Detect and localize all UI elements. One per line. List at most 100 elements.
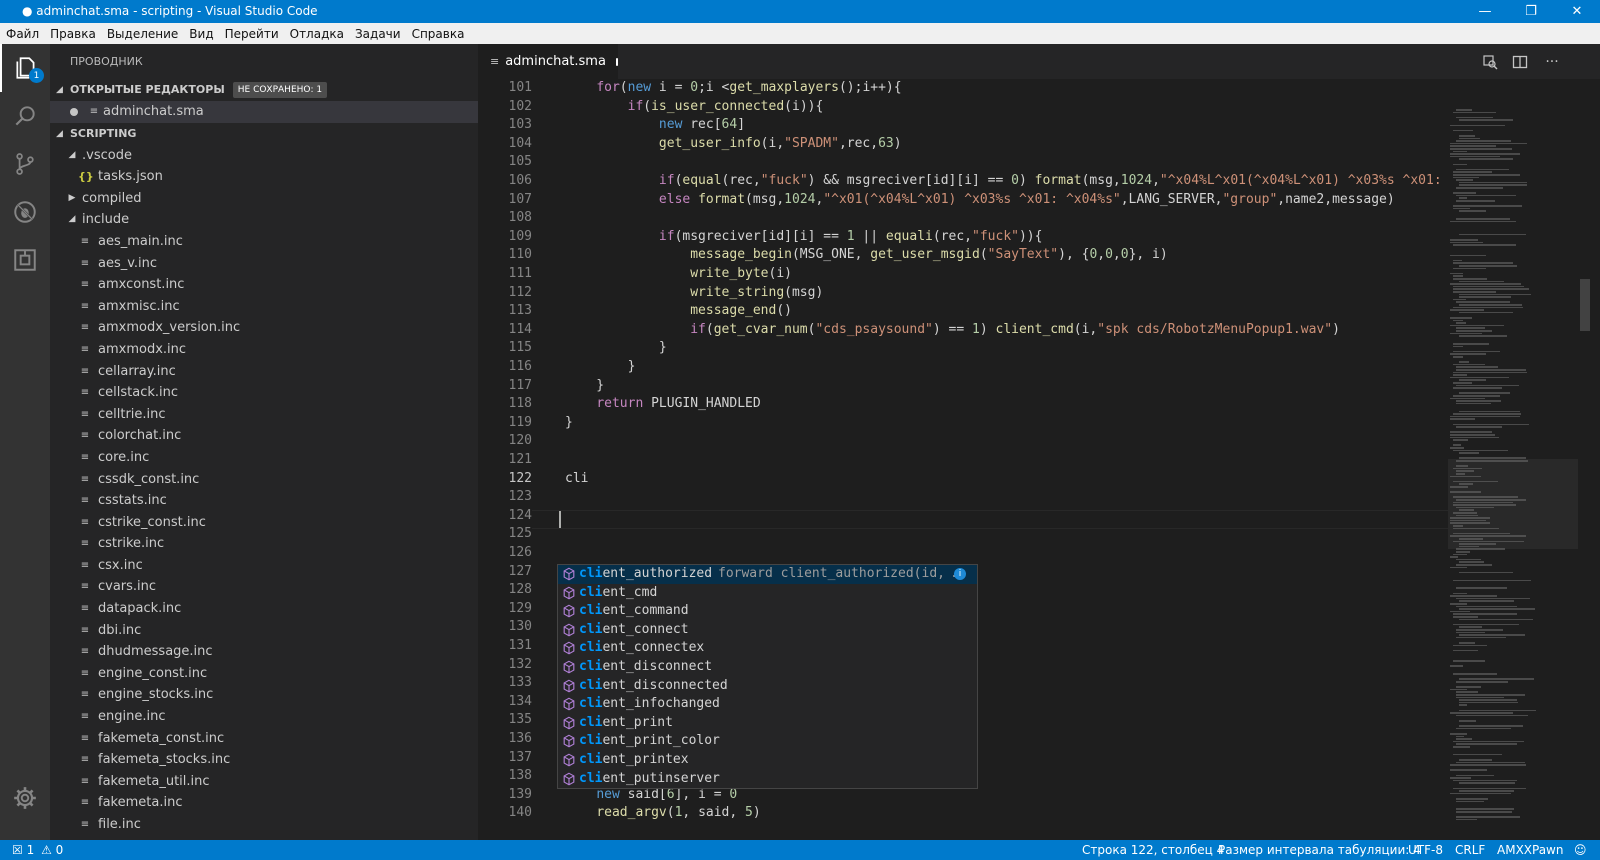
settings-activity[interactable] [0, 774, 50, 822]
tab-adminchat[interactable]: ≡ adminchat.sma [478, 44, 618, 79]
extensions-activity[interactable] [0, 236, 50, 284]
tree-file[interactable]: ≡ csx.inc [50, 555, 478, 577]
suggest-item[interactable]: client_cmd [558, 584, 977, 603]
tree-file[interactable]: ≡ dbi.inc [50, 620, 478, 642]
minimap-line [1453, 350, 1500, 353]
maximize-button[interactable]: ❐ [1508, 0, 1554, 23]
suggest-item[interactable]: client_disconnected [558, 677, 977, 696]
split-editor-icon[interactable] [1508, 50, 1532, 74]
suggest-item[interactable]: client_connectex [558, 639, 977, 658]
folder-header[interactable]: ◢ SCRIPTING [50, 123, 478, 145]
suggest-item[interactable]: client_putinserver [558, 770, 977, 788]
open-editors-header[interactable]: ◢ ОТКРЫТЫЕ РЕДАКТОРЫ НЕ СОХРАНЕНО: 1 [50, 79, 478, 101]
minimap-line [1450, 733, 1468, 735]
tree-file[interactable]: ≡ fakemeta_const.inc [50, 728, 478, 750]
tree-file[interactable]: ≡ cstrike_const.inc [50, 512, 478, 534]
tree-file[interactable]: ≡ csstats.inc [50, 490, 478, 512]
menu-help[interactable]: Справка [406, 27, 470, 41]
tree-file[interactable]: ≡ amxmisc.inc [50, 296, 478, 318]
tree-file[interactable]: ≡ cellarray.inc [50, 361, 478, 383]
menu-debug[interactable]: Отладка [284, 27, 349, 41]
tree-file[interactable]: ≡ fakemeta.inc [50, 792, 478, 814]
minimap[interactable] [1448, 79, 1578, 820]
menu-go[interactable]: Перейти [219, 27, 284, 41]
menu-selection[interactable]: Выделение [101, 27, 183, 41]
suggest-item[interactable]: client_connect [558, 621, 977, 640]
minimap-line [1453, 449, 1508, 452]
suggest-rest: ent_disconnect [602, 659, 713, 674]
tree-file[interactable]: ≡ engine_stocks.inc [50, 684, 478, 706]
line-text: write_byte(i) [565, 265, 792, 284]
tree-file[interactable]: ≡ cvars.inc [50, 576, 478, 598]
suggest-item[interactable]: client_infochanged [558, 695, 977, 714]
menu-file[interactable]: Файл [0, 27, 44, 41]
encoding[interactable]: UTF-8 [1408, 843, 1443, 857]
more-actions-icon[interactable]: ··· [1540, 50, 1564, 74]
suggest-item[interactable]: client_command [558, 602, 977, 621]
search-activity[interactable] [0, 92, 50, 140]
feedback-smiley-icon[interactable]: ☺ [1574, 843, 1587, 857]
minimap-line [1459, 311, 1514, 314]
close-button[interactable]: ✕ [1554, 0, 1600, 23]
code-token: 1 [846, 228, 855, 244]
tree-folder[interactable]: ◢ .vscode [50, 145, 478, 167]
code-editor[interactable]: 101 for(new i = 0;i <get_maxplayers();i+… [478, 79, 1448, 820]
line-text: else format(msg,1024,"^x01(^x04%L^x01) ^… [565, 191, 1395, 210]
language-mode[interactable]: AMXXPawn [1497, 843, 1563, 857]
tree-folder[interactable]: ◢ include [50, 209, 478, 231]
info-icon[interactable]: i [954, 568, 966, 580]
vertical-scrollbar[interactable] [1578, 79, 1592, 820]
suggest-item[interactable]: client_authorized forward client_authoriz… [558, 565, 977, 584]
menu-tasks[interactable]: Задачи [349, 27, 406, 41]
tree-file[interactable]: ≡ colorchat.inc [50, 425, 478, 447]
problems-indicator[interactable]: ☒ 1 ⚠ 0 [12, 843, 63, 857]
suggest-item[interactable]: client_printex [558, 751, 977, 770]
explorer-activity[interactable]: 1 [0, 44, 50, 92]
tree-file[interactable]: ≡ aes_main.inc [50, 231, 478, 253]
debug-activity[interactable] [0, 188, 50, 236]
tree-file[interactable]: ≡ cssdk_const.inc [50, 469, 478, 491]
tree-file[interactable]: ≡ aes_v.inc [50, 253, 478, 275]
open-editor-item[interactable]: ≡ adminchat.sma [50, 101, 478, 123]
tree-file[interactable]: ≡ cstrike.inc [50, 533, 478, 555]
cursor-position[interactable]: Строка 122, столбец 4 [1082, 843, 1224, 857]
suggest-item[interactable]: client_disconnect [558, 658, 977, 677]
open-changes-icon[interactable] [1478, 50, 1502, 74]
tree-file[interactable]: ≡ fakemeta_util.inc [50, 771, 478, 793]
tree-file[interactable]: ≡ fakemeta_stocks.inc [50, 749, 478, 771]
tree-file[interactable]: ≡ datapack.inc [50, 598, 478, 620]
tree-file[interactable]: ≡ amxmodx.inc [50, 339, 478, 361]
tree-file[interactable]: ≡ amxconst.inc [50, 274, 478, 296]
menu-view[interactable]: Вид [183, 27, 218, 41]
minimap-line [1456, 301, 1510, 303]
file-lines-icon: ≡ [80, 581, 90, 593]
tree-file[interactable]: ≡ file.inc [50, 814, 478, 836]
line-ending[interactable]: CRLF [1455, 843, 1485, 857]
unsaved-dot-icon[interactable] [615, 57, 618, 66]
indentation[interactable]: Размер интервала табуляции: 4 [1218, 843, 1421, 857]
tree-file[interactable]: ≡ dhudmessage.inc [50, 641, 478, 663]
tree-file[interactable]: ≡ engine_const.inc [50, 663, 478, 685]
line-number: 112 [508, 284, 532, 300]
minimap-line [1456, 587, 1507, 589]
suggest-match: cli [579, 640, 603, 656]
scrollbar-thumb[interactable] [1580, 279, 1590, 331]
suggest-item[interactable]: client_print_color [558, 732, 977, 751]
tree-item-label: aes_v.inc [98, 255, 158, 271]
tree-file[interactable]: ≡ engine.inc [50, 706, 478, 728]
tree-file[interactable]: ≡ core.inc [50, 447, 478, 469]
tree-file[interactable]: ≡ amxmodx_version.inc [50, 317, 478, 339]
minimap-line [1456, 506, 1495, 509]
tree-folder[interactable]: ▶ compiled [50, 188, 478, 210]
minimap-line [1450, 436, 1500, 439]
minimap-line [1456, 808, 1514, 810]
menu-edit[interactable]: Правка [44, 27, 101, 41]
suggest-item[interactable]: client_print [558, 714, 977, 733]
tree-file[interactable]: {} tasks.json [50, 166, 478, 188]
tree-file[interactable]: ≡ celltrie.inc [50, 404, 478, 426]
tree-item-label: amxmodx_version.inc [98, 320, 241, 336]
minimize-button[interactable]: — [1462, 0, 1508, 23]
source-control-activity[interactable] [0, 140, 50, 188]
code-token: ) [1332, 321, 1340, 337]
tree-file[interactable]: ≡ cellstack.inc [50, 382, 478, 404]
